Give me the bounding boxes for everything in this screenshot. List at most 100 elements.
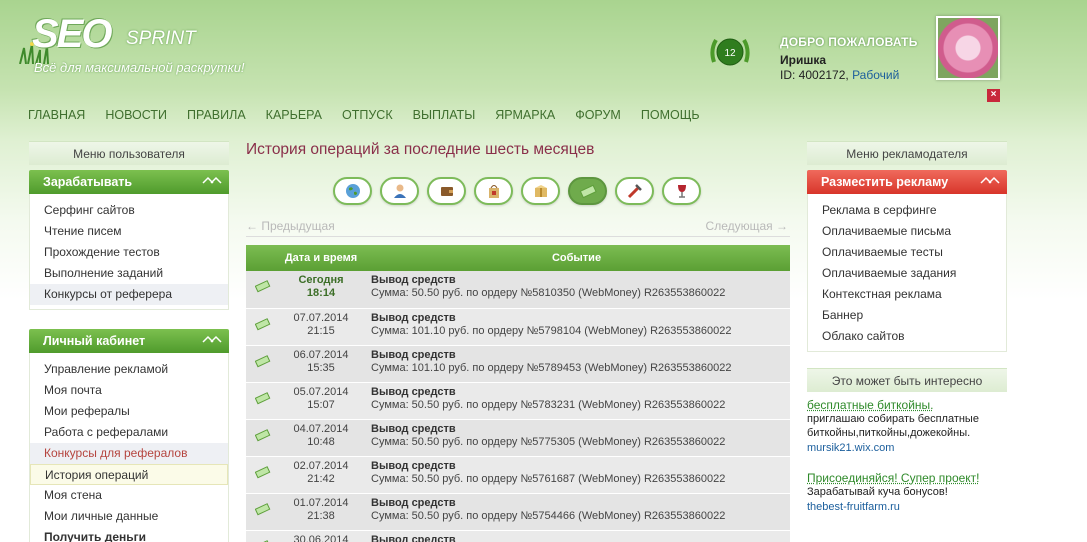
- row-event-title: Вывод средств: [371, 311, 456, 324]
- menu-item-paid-tasks[interactable]: Оплачиваемые задания: [808, 263, 1006, 284]
- row-event-cell: Вывод средств Сумма: 50.50 руб. по ордеру…: [363, 419, 790, 457]
- row-event-title: Вывод средств: [371, 422, 456, 435]
- earn-box-title: Зарабатывать: [43, 175, 133, 189]
- ad-title-link[interactable]: бесплатные биткойны.: [807, 398, 1007, 412]
- globe-icon: [345, 184, 360, 198]
- menu-item-banner[interactable]: Баннер: [808, 305, 1006, 326]
- nav-home[interactable]: ГЛАВНАЯ: [28, 108, 85, 122]
- menu-item-paid-letters[interactable]: Оплачиваемые письма: [808, 221, 1006, 242]
- chevron-up-icon[interactable]: [979, 174, 1001, 186]
- filter-package-button[interactable]: [521, 177, 560, 205]
- row-event-desc: Сумма: 50.50 руб. по ордеру №5783231 (We…: [371, 398, 726, 411]
- menu-item-context-ads[interactable]: Контекстная реклама: [808, 284, 1006, 305]
- cabinet-box-header[interactable]: Личный кабинет: [29, 329, 229, 353]
- main-content: История операций за последние шесть меся…: [246, 141, 790, 542]
- row-event-desc: Сумма: 50.50 руб. по ордеру №5754466 (We…: [371, 509, 726, 522]
- money-icon: [254, 428, 270, 441]
- money-icon: [254, 465, 270, 478]
- row-event-title: Вывод средств: [371, 459, 456, 472]
- menu-item-tasks[interactable]: Выполнение заданий: [30, 263, 228, 284]
- menu-item-referral-work[interactable]: Работа с рефералами: [30, 422, 228, 443]
- filter-glass-button[interactable]: [662, 177, 701, 205]
- row-event-cell: Вывод средств Сумма: 50.50 руб. по ордеру…: [363, 493, 790, 531]
- filter-icon-row: [333, 177, 790, 205]
- site-logo[interactable]: SEO SPRINT Всё для максимальной раскрутк…: [18, 12, 248, 82]
- row-icon-cell: [246, 493, 279, 531]
- nav-news[interactable]: НОВОСТИ: [105, 108, 167, 122]
- nav-help[interactable]: ПОМОЩЬ: [641, 108, 700, 122]
- logout-close-button[interactable]: ×: [987, 89, 1000, 102]
- chevron-up-icon[interactable]: [201, 333, 223, 345]
- menu-item-ad-management[interactable]: Управление рекламой: [30, 359, 228, 380]
- row-date-cell: 07.07.2014 21:15: [279, 308, 363, 346]
- ad-url[interactable]: mursik21.wix.com: [807, 441, 1007, 455]
- ad-title-link[interactable]: Присоединяйся! Супер проект!: [807, 471, 1007, 485]
- welcome-block: ДОБРО ПОЖАЛОВАТЬ Иришка ID: 4002172, Раб…: [780, 35, 918, 82]
- cabinet-menu: Управление рекламой Моя почта Мои рефера…: [29, 353, 229, 542]
- earn-box-header[interactable]: Зарабатывать: [29, 170, 229, 194]
- table-row: 02.07.2014 21:42 Вывод средств Сумма: 50.50…: [246, 456, 790, 494]
- nav-forum[interactable]: ФОРУМ: [575, 108, 621, 122]
- menu-item-tests[interactable]: Прохождение тестов: [30, 242, 228, 263]
- user-name: Иришка: [780, 53, 827, 67]
- shopping-bag-icon: [488, 185, 499, 198]
- row-event-title: Вывод средств: [371, 385, 456, 398]
- row-icon-cell: [246, 530, 279, 542]
- prev-page-link[interactable]: ← Предыдущая: [246, 219, 335, 233]
- menu-item-operations-history[interactable]: История операций: [30, 464, 228, 485]
- row-date: Сегодня: [298, 274, 344, 286]
- menu-item-surfing[interactable]: Серфинг сайтов: [30, 200, 228, 221]
- menu-item-paid-tests[interactable]: Оплачиваемые тесты: [808, 242, 1006, 263]
- menu-item-letters[interactable]: Чтение писем: [30, 221, 228, 242]
- level-badge-icon[interactable]: 12: [708, 32, 752, 76]
- menu-item-referrer-contests[interactable]: Конкурсы от реферера: [30, 284, 228, 305]
- row-icon-cell: [246, 382, 279, 420]
- col-event-header: Событие: [363, 245, 790, 271]
- row-icon-cell: [246, 456, 279, 494]
- row-date-cell: 30.06.2014: [279, 530, 363, 542]
- table-row: 05.07.2014 15:07 Вывод средств Сумма: 50.50…: [246, 382, 790, 420]
- interest-title: Это может быть интересно: [807, 368, 1007, 392]
- level-number: 12: [724, 48, 736, 59]
- menu-item-my-mail[interactable]: Моя почта: [30, 380, 228, 401]
- table-row: 07.07.2014 21:15 Вывод средств Сумма: 101.1…: [246, 308, 790, 346]
- filter-bag-button[interactable]: [474, 177, 513, 205]
- place-ad-box-title: Разместить рекламу: [821, 175, 949, 189]
- nav-rules[interactable]: ПРАВИЛА: [187, 108, 246, 122]
- nav-vacation[interactable]: ОТПУСК: [342, 108, 393, 122]
- user-id-line: ID: 4002172, Рабочий: [780, 68, 918, 82]
- filter-user-button[interactable]: [380, 177, 419, 205]
- row-time: 21:42: [307, 472, 335, 485]
- filter-wallet-button[interactable]: [427, 177, 466, 205]
- menu-item-my-referrals[interactable]: Мои рефералы: [30, 401, 228, 422]
- row-event-desc: Сумма: 101.10 руб. по ордеру №5789453 (W…: [371, 361, 732, 374]
- nav-payouts[interactable]: ВЫПЛАТЫ: [413, 108, 476, 122]
- filter-tools-button[interactable]: [615, 177, 654, 205]
- avatar[interactable]: [936, 16, 1000, 80]
- table-row: 04.07.2014 10:48 Вывод средств Сумма: 50.50…: [246, 419, 790, 457]
- menu-item-get-money[interactable]: Получить деньги: [30, 527, 228, 542]
- filter-money-button[interactable]: [568, 177, 607, 205]
- ad-text: приглашаю собирать бесплатные биткойны,п…: [807, 413, 979, 439]
- nav-career[interactable]: КАРЬЕРА: [266, 108, 322, 122]
- col-date-header: Дата и время: [279, 245, 363, 271]
- welcome-title: ДОБРО ПОЖАЛОВАТЬ: [780, 35, 918, 49]
- row-event-title: Вывод средств: [371, 496, 456, 509]
- filter-all-button[interactable]: [333, 177, 372, 205]
- menu-item-referral-contests[interactable]: Конкурсы для рефералов: [30, 443, 228, 464]
- row-event-title: Вывод средств: [371, 274, 456, 286]
- menu-item-surfing-ads[interactable]: Реклама в серфинге: [808, 200, 1006, 221]
- logo-slogan: Всё для максимальной раскрутки!: [34, 60, 245, 75]
- row-date: 06.07.2014: [293, 348, 349, 361]
- nav-fair[interactable]: ЯРМАРКА: [495, 108, 555, 122]
- ad-text: Зарабатывай куча бонусов!: [807, 486, 948, 498]
- menu-item-my-wall[interactable]: Моя стена: [30, 485, 228, 506]
- user-status-link[interactable]: Рабочий: [852, 68, 899, 82]
- money-icon: [254, 539, 270, 542]
- next-page-link[interactable]: Следующая →: [706, 219, 788, 233]
- ad-url[interactable]: thebest-fruitfarm.ru: [807, 500, 1007, 514]
- menu-item-site-cloud[interactable]: Облако сайтов: [808, 326, 1006, 347]
- chevron-up-icon[interactable]: [201, 174, 223, 186]
- menu-item-personal-data[interactable]: Мои личные данные: [30, 506, 228, 527]
- place-ad-box-header[interactable]: Разместить рекламу: [807, 170, 1007, 194]
